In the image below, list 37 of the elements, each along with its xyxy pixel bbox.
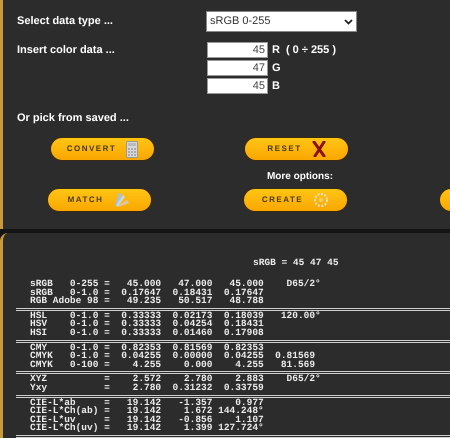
channel-label: R bbox=[272, 44, 280, 56]
channel-label: B bbox=[272, 80, 280, 92]
output-line: CMYK 0-1.0 = 0.04255 0.00000 0.04255 0.81569 bbox=[30, 352, 316, 361]
channel-input[interactable]: 47 bbox=[207, 60, 268, 76]
output-line: CIE-L*ab = 19.142 -1.357 0.977 bbox=[30, 398, 264, 408]
field-label: Select data type ... bbox=[17, 14, 114, 29]
data-type-select[interactable]: sRGB 0-255 bbox=[206, 11, 357, 32]
gear-icon bbox=[313, 192, 330, 208]
channel-input[interactable]: 45 bbox=[207, 78, 268, 94]
output-line: CMYK 0-100 = 4.255 0.000 4.255 81.569 bbox=[30, 360, 316, 370]
output-line: Yxy = 2.780 0.31232 0.33759 bbox=[30, 384, 264, 393]
output-line: HSI 0-1.0 = 0.33333 0.01460 0.17908 bbox=[30, 328, 264, 338]
calculator-icon bbox=[126, 140, 138, 158]
output-line: CIE-L*Ch(uv) = 19.142 1.399 127.724° bbox=[30, 424, 264, 433]
output-line: sRGB 0-255 = 45.000 47.000 45.000 D65/2° bbox=[30, 280, 321, 289]
action-button[interactable]: CREATE bbox=[243, 188, 348, 212]
action-button[interactable]: RESET bbox=[244, 137, 349, 161]
channel-input[interactable]: 45 bbox=[207, 42, 268, 58]
action-button[interactable]: MATCH bbox=[47, 188, 152, 212]
output-line: sRGB 0-1.0 = 0.17647 0.18431 0.17647 bbox=[30, 288, 264, 298]
cross-icon bbox=[312, 141, 326, 157]
field-label: Insert color data ... bbox=[17, 43, 116, 58]
output-line: XYZ = 2.572 2.780 2.883 D65/2° bbox=[30, 375, 321, 384]
output-line: CIE-L*Ch(ab) = 19.142 1.672 144.248° bbox=[30, 407, 264, 416]
output-line: RGB Adobe 98 = 49.235 50.517 48.788 bbox=[30, 297, 264, 306]
section-label: Or pick from saved ... bbox=[17, 112, 129, 124]
action-button[interactable]: CONVERT bbox=[50, 137, 155, 161]
chevron-down-icon bbox=[344, 18, 353, 24]
output-line: HSV 0-1.0 = 0.33333 0.04254 0.18431 bbox=[30, 320, 264, 329]
section-label: More options: bbox=[266, 170, 334, 184]
swatch-fan-icon bbox=[113, 192, 132, 208]
output-line: CIE-L*uv = 19.142 -0.856 1.107 bbox=[30, 416, 264, 424]
output-line: HSL 0-1.0 = 0.33333 0.02173 0.18039 120.00° bbox=[30, 312, 321, 320]
output-header: sRGB = 45 47 45 bbox=[253, 257, 339, 268]
channel-label: G bbox=[272, 62, 281, 74]
output-line: CMY 0-1.0 = 0.82353 0.81569 0.82353 bbox=[30, 344, 264, 352]
range-label: ( 0 ÷ 255 ) bbox=[286, 42, 336, 58]
